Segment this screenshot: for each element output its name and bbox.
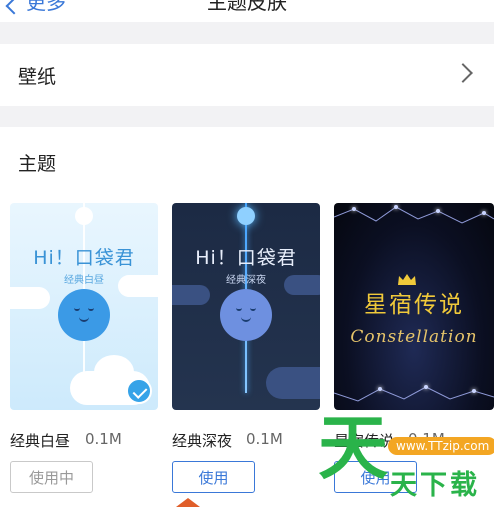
theme-size: 0.1M: [85, 430, 122, 448]
cloud-icon: [118, 275, 158, 297]
star: [482, 211, 486, 215]
use-button[interactable]: 使用: [172, 461, 255, 493]
cloud-icon: [10, 287, 50, 309]
star: [378, 387, 382, 391]
chevron-right-icon: [453, 63, 473, 83]
crown-icon: [398, 274, 416, 285]
watermark-word: 天下载: [390, 470, 480, 501]
page-title: 主题皮肤: [207, 0, 287, 14]
mascot-face-icon: [220, 289, 272, 341]
cloud-icon: [266, 367, 320, 399]
cloud-icon: [284, 275, 320, 295]
theme-settings-page: 更多 主题皮肤 壁纸 主题 Hi！口袋君 经典白昼 Hi！口袋君 经典深夜 星宿…: [0, 0, 494, 507]
theme-card-heading: Hi！口袋君: [195, 247, 297, 269]
pointer-arrow-icon: [176, 498, 200, 507]
mascot-face-icon: [58, 289, 110, 341]
top-nav-bar: 更多 主题皮肤: [0, 0, 494, 22]
theme-name: 经典深夜: [172, 432, 233, 450]
selected-check-icon: [126, 378, 152, 404]
star: [352, 207, 356, 211]
star: [436, 209, 440, 213]
star: [394, 205, 398, 209]
theme-card-day[interactable]: Hi！口袋君 经典白昼: [10, 203, 158, 410]
theme-name: 经典白昼: [10, 432, 71, 450]
cloud-icon: [172, 285, 210, 305]
theme-card-subtitle: Constellation: [350, 327, 478, 347]
theme-card-heading: Hi！口袋君: [33, 247, 135, 269]
star: [424, 385, 428, 389]
wallpaper-row[interactable]: 壁纸: [0, 44, 494, 106]
theme-card-constellation[interactable]: 星宿传说 Constellation: [334, 203, 494, 410]
themes-section-title: 主题: [18, 153, 57, 175]
site-watermark: 天 www.TTzip.com 天下载: [318, 413, 494, 507]
star: [472, 389, 476, 393]
theme-size: 0.1M: [246, 430, 283, 448]
in-use-button[interactable]: 使用中: [10, 461, 93, 493]
watermark-big-char: 天: [318, 407, 388, 489]
theme-card-night[interactable]: Hi！口袋君 经典深夜: [172, 203, 320, 410]
watermark-url: www.TTzip.com: [388, 437, 494, 455]
pin-dot: [237, 207, 255, 225]
theme-card-heading: 星宿传说: [364, 292, 464, 318]
pin-dot: [75, 207, 93, 225]
wallpaper-label: 壁纸: [18, 65, 57, 88]
